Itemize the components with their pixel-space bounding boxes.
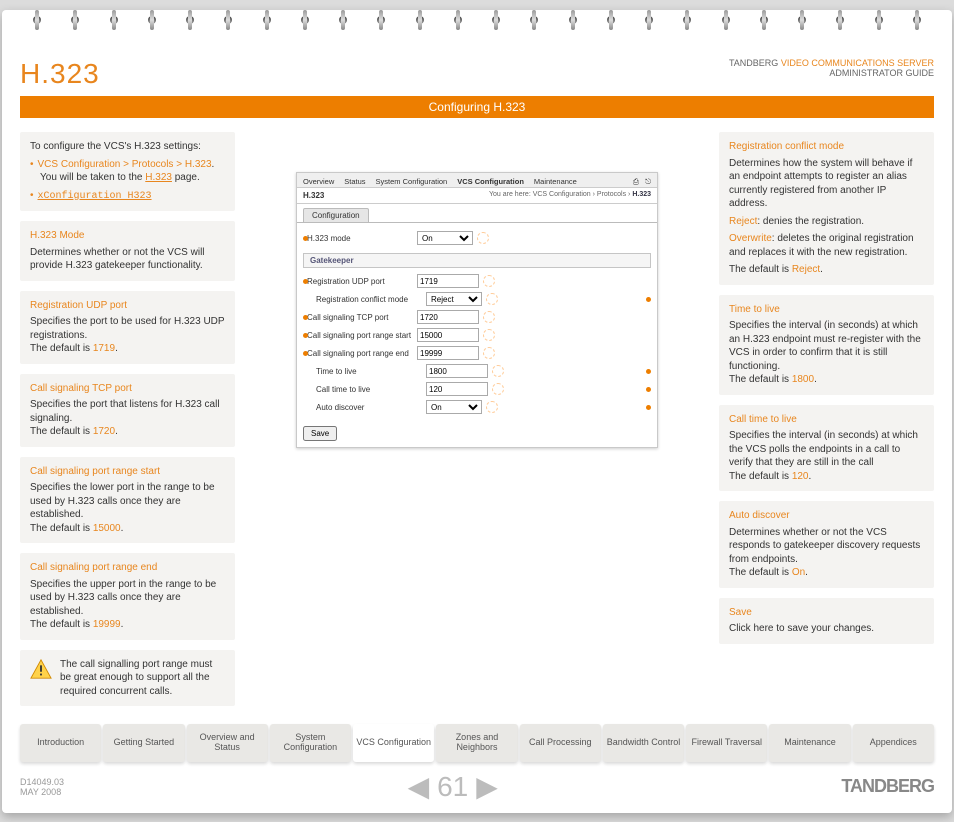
- doc-info: D14049.03MAY 2008: [20, 777, 64, 797]
- info-icon[interactable]: [483, 275, 495, 287]
- sel-conflict[interactable]: Reject: [426, 292, 482, 306]
- sel-ad[interactable]: On: [426, 400, 482, 414]
- row-mode: H.323 modeOn: [303, 229, 651, 247]
- page-number: 61: [437, 771, 468, 803]
- nav-bandwidth[interactable]: Bandwidth Control: [603, 724, 684, 762]
- nav-overview-status[interactable]: Overview and Status: [187, 724, 268, 762]
- panel-auto-discover: Auto discover Determines whether or not …: [719, 501, 934, 588]
- info-icon[interactable]: [486, 293, 498, 305]
- info-icon[interactable]: [483, 311, 495, 323]
- panel-cttl: Call time to live Specifies the interval…: [719, 405, 934, 492]
- link-xconfig[interactable]: xConfiguration H323: [38, 191, 152, 202]
- nav-zones[interactable]: Zones and Neighbors: [436, 724, 517, 762]
- link-h323[interactable]: H.323: [145, 172, 172, 183]
- nav-appendices[interactable]: Appendices: [853, 724, 934, 762]
- row-pe: Call signaling port range end: [303, 344, 651, 362]
- panel-port-start: Call signaling port range start Specifie…: [20, 457, 235, 544]
- row-tcp: Call signaling TCP port: [303, 308, 651, 326]
- pager: ◀ 61 ▶: [408, 770, 498, 803]
- prev-page-icon[interactable]: ◀: [408, 770, 430, 803]
- panel-tcp: Call signaling TCP port Specifies the po…: [20, 374, 235, 447]
- input-tcp[interactable]: [417, 310, 479, 324]
- input-ps[interactable]: [417, 328, 479, 342]
- nav-system-config[interactable]: System Configuration: [270, 724, 351, 762]
- nav-firewall[interactable]: Firewall Traversal: [686, 724, 767, 762]
- row-conflict: Registration conflict modeReject: [303, 290, 651, 308]
- row-ad: Auto discoverOn: [303, 398, 651, 416]
- info-icon[interactable]: [477, 232, 489, 244]
- spiral-binding: [20, 10, 934, 50]
- nav-getting-started[interactable]: Getting Started: [103, 724, 184, 762]
- shot-subtab[interactable]: Configuration: [303, 208, 657, 222]
- input-udp[interactable]: [417, 274, 479, 288]
- save-button[interactable]: Save: [303, 426, 337, 441]
- panel-note: The call signalling port range must be g…: [20, 650, 235, 707]
- panel-udp: Registration UDP port Specifies the port…: [20, 291, 235, 364]
- page-title: H.323: [20, 58, 100, 90]
- input-cttl[interactable]: [426, 382, 488, 396]
- input-ttl[interactable]: [426, 364, 488, 378]
- nav-vcs-config[interactable]: VCS Configuration: [353, 724, 434, 762]
- next-page-icon[interactable]: ▶: [476, 770, 498, 803]
- bottom-nav: Introduction Getting Started Overview an…: [20, 724, 934, 762]
- embedded-screenshot: Overview Status System Configuration VCS…: [296, 172, 658, 448]
- info-icon[interactable]: [486, 401, 498, 413]
- nav-introduction[interactable]: Introduction: [20, 724, 101, 762]
- input-pe[interactable]: [417, 346, 479, 360]
- brand-block: TANDBERG VIDEO COMMUNICATIONS SERVER ADM…: [729, 58, 934, 78]
- info-icon[interactable]: [483, 329, 495, 341]
- nav-maintenance[interactable]: Maintenance: [769, 724, 850, 762]
- intro-panel: To configure the VCS's H.323 settings: •…: [20, 132, 235, 211]
- panel-mode: H.323 Mode Determines whether or not the…: [20, 221, 235, 281]
- info-icon[interactable]: [483, 347, 495, 359]
- row-ps: Call signaling port range start: [303, 326, 651, 344]
- panel-save: Save Click here to save your changes.: [719, 598, 934, 644]
- section-bar: Configuring H.323: [20, 96, 934, 118]
- shot-top-tabs: Overview Status System Configuration VCS…: [297, 173, 657, 188]
- row-ttl: Time to live: [303, 362, 651, 380]
- nav-call-processing[interactable]: Call Processing: [520, 724, 601, 762]
- sel-mode[interactable]: On: [417, 231, 473, 245]
- logo-tandberg: TANDBERG: [841, 776, 934, 797]
- info-icon[interactable]: [492, 365, 504, 377]
- panel-reg-conflict: Registration conflict mode Determines ho…: [719, 132, 934, 285]
- warning-icon: [30, 658, 52, 680]
- row-cttl: Call time to live: [303, 380, 651, 398]
- panel-ttl: Time to live Specifies the interval (in …: [719, 295, 934, 395]
- panel-port-end: Call signaling port range end Specifies …: [20, 553, 235, 640]
- row-udp: Registration UDP port: [303, 272, 651, 290]
- info-icon[interactable]: [492, 383, 504, 395]
